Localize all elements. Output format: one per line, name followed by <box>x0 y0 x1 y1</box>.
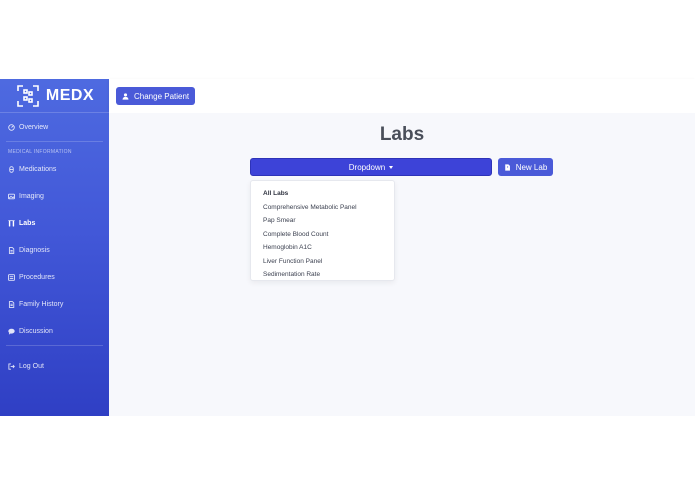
main-content: Labs Dropdown New Lab All Labs Comprehen… <box>109 113 695 416</box>
lab-filter-dropdown[interactable]: Dropdown <box>250 158 492 176</box>
menu-item-comprehensive-metabolic-panel[interactable]: Comprehensive Metabolic Panel <box>251 201 396 214</box>
brand-name: MEDX <box>45 86 95 104</box>
sidebar-item-label: Overview <box>19 123 49 131</box>
list-icon <box>8 273 15 281</box>
top-bar: Change Patient <box>109 79 695 113</box>
change-patient-button[interactable]: Change Patient <box>116 87 196 105</box>
sidebar-item-label: Diagnosis <box>19 246 50 254</box>
file-plus-icon <box>504 163 510 171</box>
caret-down-icon <box>389 165 394 169</box>
brand[interactable]: MEDX <box>0 79 109 113</box>
menu-item-all-labs[interactable]: All Labs <box>251 187 396 200</box>
flask-icon <box>8 219 15 226</box>
file-icon <box>8 300 15 308</box>
change-patient-label: Change Patient <box>134 91 190 101</box>
sidebar-item-imaging[interactable]: Imaging <box>0 187 109 205</box>
sidebar-item-family-history[interactable]: Family History <box>0 295 109 313</box>
user-icon <box>122 92 129 100</box>
sidebar-item-diagnosis[interactable]: Diagnosis <box>0 241 109 259</box>
document-icon <box>8 246 15 254</box>
sidebar-item-overview[interactable]: Overview <box>0 118 109 136</box>
dropdown-label: Dropdown <box>348 162 386 172</box>
sidebar-item-label: Procedures <box>19 273 55 281</box>
logo-icon <box>17 84 39 107</box>
sidebar-item-label: Family History <box>19 300 64 308</box>
menu-item-liver-function-panel[interactable]: Liver Function Panel <box>251 255 396 268</box>
sidebar-item-procedures[interactable]: Procedures <box>0 268 109 286</box>
dropdown-menu: All Labs Comprehensive Metabolic Panel P… <box>250 180 395 281</box>
menu-item-pap-smear[interactable]: Pap Smear <box>251 214 396 227</box>
sidebar: MEDX Overview MEDICAL INFORMATION Medica… <box>0 79 109 416</box>
new-lab-button[interactable]: New Lab <box>498 158 553 176</box>
sidebar-item-label: Medications <box>19 165 57 173</box>
pill-icon <box>9 165 14 173</box>
page-title: Labs <box>379 124 425 145</box>
sidebar-item-medications[interactable]: Medications <box>0 160 109 178</box>
sidebar-divider <box>6 345 103 346</box>
menu-item-complete-blood-count[interactable]: Complete Blood Count <box>251 228 396 241</box>
logout-icon <box>8 362 15 370</box>
chat-icon <box>8 328 15 335</box>
menu-item-hemoglobin-a1c[interactable]: Hemoglobin A1C <box>251 241 396 254</box>
sidebar-section-heading: MEDICAL INFORMATION <box>8 149 72 155</box>
new-lab-label: New Lab <box>515 162 548 172</box>
sidebar-divider <box>6 141 103 142</box>
sidebar-item-labs[interactable]: Labs <box>0 214 109 232</box>
sidebar-item-logout[interactable]: Log Out <box>0 357 109 375</box>
sidebar-item-label: Imaging <box>19 192 44 200</box>
image-icon <box>8 193 15 199</box>
menu-item-sedimentation-rate[interactable]: Sedimentation Rate <box>251 268 396 281</box>
sidebar-item-label: Log Out <box>19 362 44 370</box>
sidebar-item-label: Labs <box>19 219 36 227</box>
sidebar-item-discussion[interactable]: Discussion <box>0 322 109 340</box>
sidebar-item-label: Discussion <box>19 327 53 335</box>
app-window: MEDX Overview MEDICAL INFORMATION Medica… <box>0 79 695 416</box>
speedometer-icon <box>8 123 15 131</box>
